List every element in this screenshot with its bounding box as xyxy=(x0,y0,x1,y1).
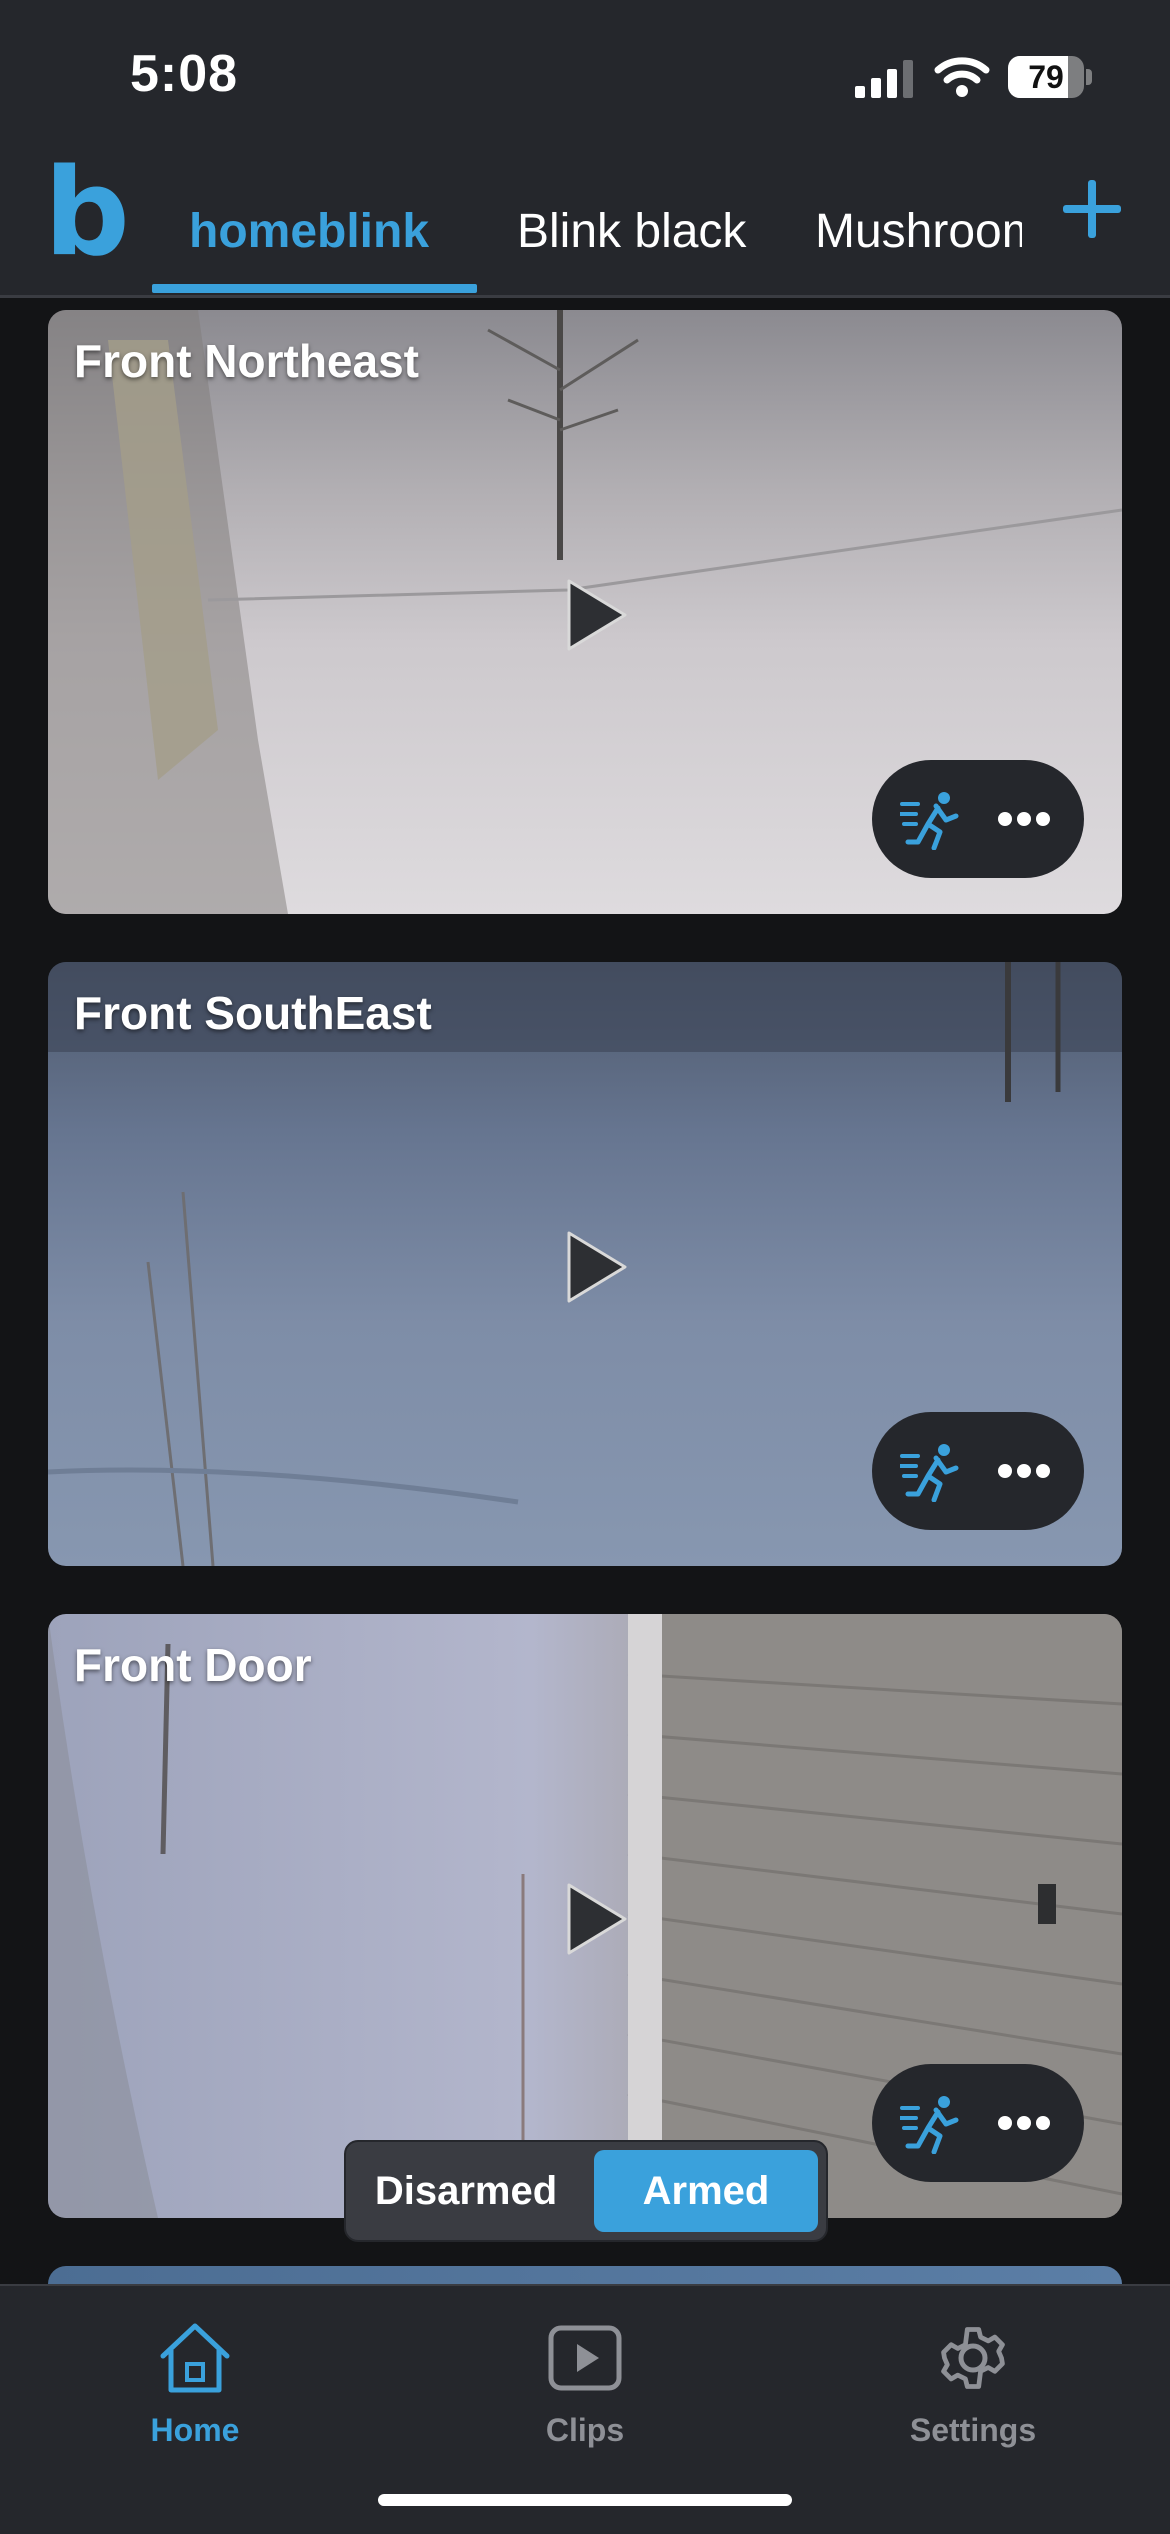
tab-homeblink[interactable]: homeblink xyxy=(189,204,429,259)
add-device-button[interactable] xyxy=(1058,174,1128,244)
armed-button[interactable]: Armed xyxy=(594,2150,818,2232)
motion-detection-icon[interactable] xyxy=(900,790,964,850)
play-icon[interactable] xyxy=(553,1227,633,1307)
blink-logo: b xyxy=(44,144,130,283)
nav-home[interactable]: Home xyxy=(75,2306,315,2466)
play-icon[interactable] xyxy=(553,1879,633,1959)
camera-name: Front Northeast xyxy=(74,335,419,387)
battery-icon: 79 xyxy=(1008,56,1092,98)
play-icon[interactable] xyxy=(553,575,633,655)
more-options-icon[interactable] xyxy=(998,2116,1050,2130)
arm-toggle: Disarmed Armed xyxy=(344,2140,828,2242)
camera-actions xyxy=(872,2064,1084,2182)
cellular-signal-icon xyxy=(855,60,913,98)
nav-clips[interactable]: Clips xyxy=(465,2306,705,2466)
status-time: 5:08 xyxy=(130,45,239,103)
gear-icon xyxy=(941,2327,1005,2389)
status-bar: 5:08 79 xyxy=(0,0,1170,150)
active-tab-indicator xyxy=(152,284,477,293)
camera-card-front-southeast[interactable]: Front SouthEast xyxy=(48,962,1122,1566)
nav-settings[interactable]: Settings xyxy=(853,2306,1093,2466)
nav-home-label: Home xyxy=(150,2412,240,2448)
camera-card-front-northeast[interactable]: Front Northeast xyxy=(48,310,1122,914)
wifi-icon xyxy=(934,57,990,97)
home-icon xyxy=(160,2323,230,2393)
more-options-icon[interactable] xyxy=(998,812,1050,826)
home-indicator xyxy=(378,2494,792,2506)
battery-percentage: 79 xyxy=(1028,59,1064,95)
camera-actions xyxy=(872,760,1084,878)
system-tabs: homeblink Blink black Mushroom xyxy=(152,150,1022,295)
nav-settings-label: Settings xyxy=(909,2412,1037,2448)
motion-detection-icon[interactable] xyxy=(900,2094,964,2154)
play-square-icon xyxy=(548,2325,622,2391)
disarmed-button[interactable]: Disarmed xyxy=(346,2142,586,2240)
camera-name: Front Door xyxy=(74,1639,312,1691)
more-options-icon[interactable] xyxy=(998,1464,1050,1478)
system-tabs-header: b homeblink Blink black Mushroom xyxy=(0,150,1170,298)
nav-clips-label: Clips xyxy=(545,2412,625,2448)
tab-mushroom[interactable]: Mushroom xyxy=(815,204,1022,259)
camera-actions xyxy=(872,1412,1084,1530)
motion-detection-icon[interactable] xyxy=(900,1442,964,1502)
camera-card-front-door[interactable]: Front Door xyxy=(48,1614,1122,2218)
camera-name: Front SouthEast xyxy=(74,987,432,1039)
tab-blink-black[interactable]: Blink black xyxy=(517,204,746,259)
